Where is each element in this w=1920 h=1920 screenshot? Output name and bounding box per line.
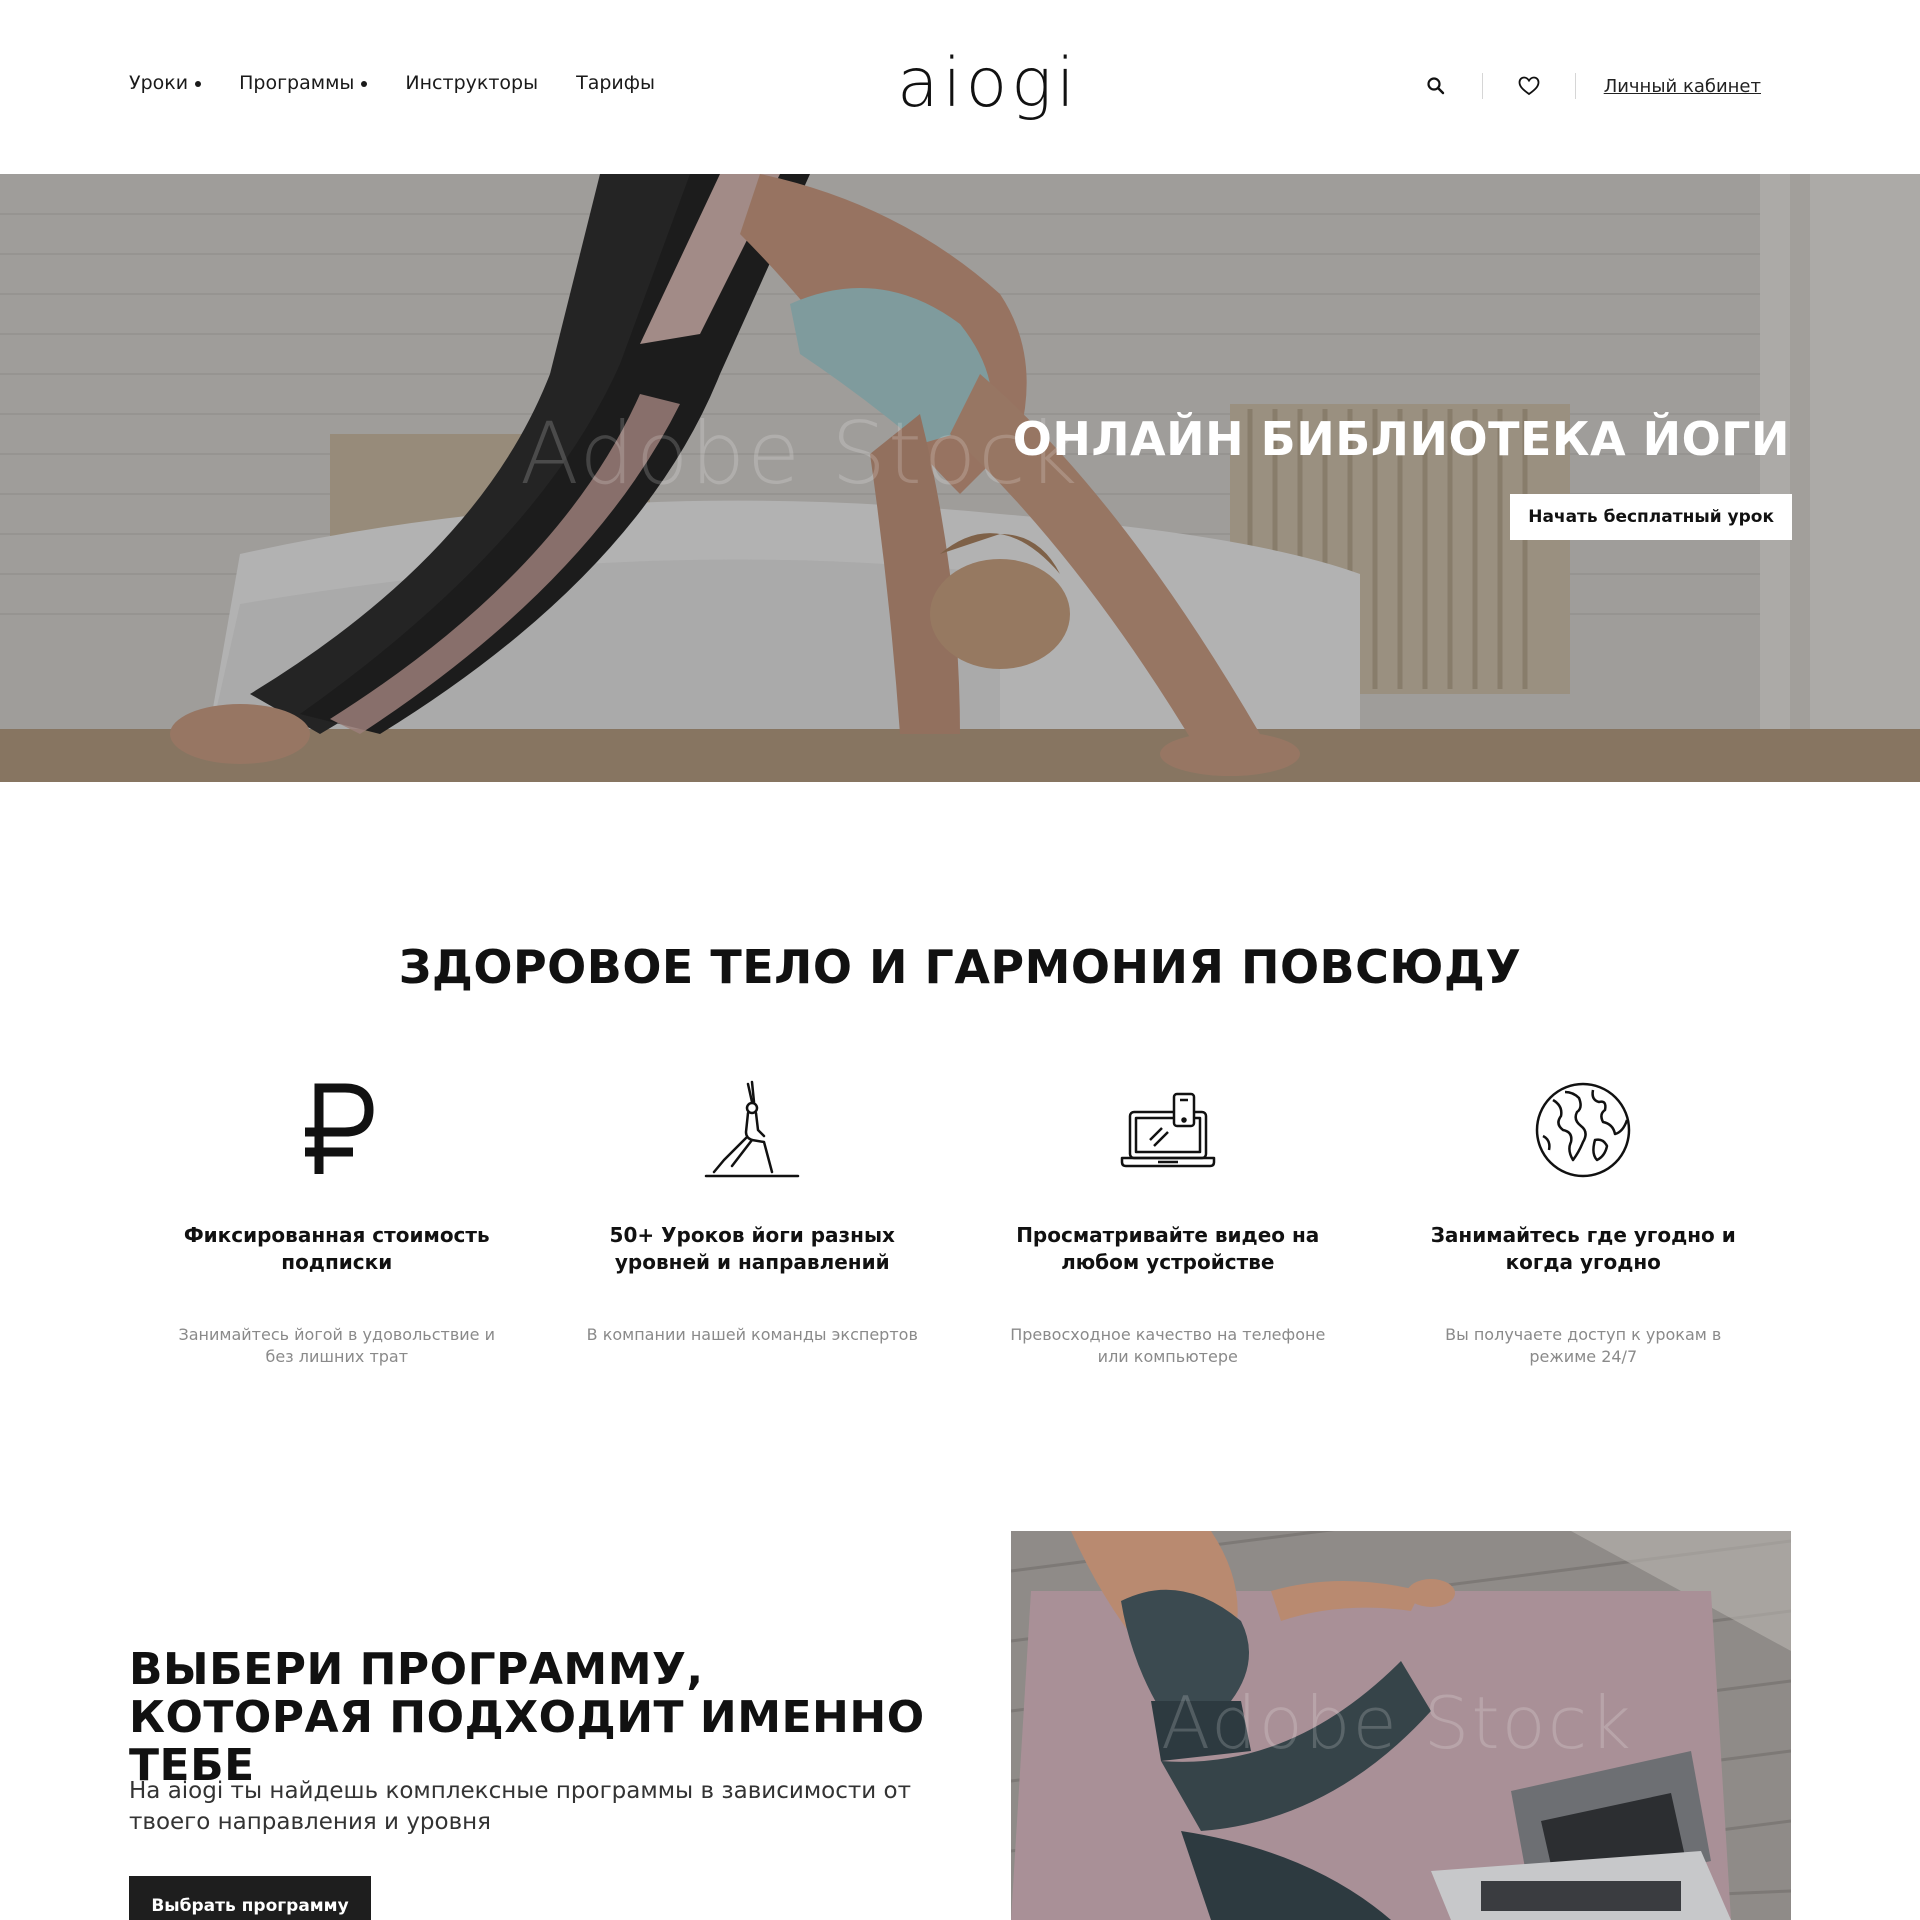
search-icon[interactable] — [1418, 68, 1454, 104]
nav-item-label: Тарифы — [576, 72, 656, 94]
nav-item-pricing[interactable]: Тарифы — [576, 72, 655, 94]
devices-icon — [1118, 1080, 1218, 1180]
nav-item-label: Инструкторы — [405, 72, 539, 94]
nav-item-lessons[interactable]: Уроки — [129, 72, 202, 94]
feature-item: Фиксированная стоимость подписки Занимай… — [129, 1080, 545, 1368]
nav-item-label: Уроки — [129, 72, 189, 94]
feature-title: Занимайтесь где угодно и когда угодно — [1430, 1223, 1736, 1274]
dropdown-dot-icon — [195, 81, 202, 87]
feature-title: Просматривайте видео на любом устройстве — [1016, 1223, 1320, 1274]
feature-title: 50+ Уроков йоги разных уровней и направл… — [609, 1223, 895, 1274]
features-title: ЗДОРОВОЕ ТЕЛО И ГАРМОНИЯ ПОВСЮДУ — [398, 940, 1522, 994]
feature-title: Фиксированная стоимость подписки — [183, 1223, 490, 1274]
hero-banner: Adobe Stock ОНЛАЙН БИБЛИОТЕКА ЙОГИ Начат… — [0, 174, 1920, 782]
nav-item-instructors[interactable]: Инструкторы — [405, 72, 538, 94]
hero-title: ОНЛАЙН БИБЛИОТЕКА ЙОГИ — [1012, 412, 1790, 466]
start-free-lesson-button[interactable]: Начать бесплатный урок — [1510, 494, 1792, 540]
header-actions: Личный кабинет — [1418, 68, 1761, 104]
header-divider — [1481, 73, 1483, 99]
program-image: Adobe Stock — [1011, 1531, 1791, 1920]
program-title: ВЫБЕРИ ПРОГРАММУ, КОТОРАЯ ПОДХОДИТ ИМЕНН… — [129, 1644, 925, 1791]
yoga-pose-icon — [702, 1080, 802, 1180]
choose-program-button[interactable]: Выбрать программу — [129, 1876, 371, 1920]
nav-item-label: Программы — [239, 72, 355, 94]
hero-watermark: Adobe Stock — [520, 404, 1080, 504]
feature-item: 50+ Уроков йоги разных уровней и направл… — [545, 1080, 961, 1368]
feature-desc: Превосходное качество на телефоне или ко… — [1010, 1325, 1326, 1366]
logo-text: aiogi — [897, 44, 1079, 123]
program-watermark: Adobe Stock — [1161, 1681, 1633, 1765]
account-link[interactable]: Личный кабинет — [1604, 76, 1761, 97]
site-header: Уроки Программы Инструкторы Тарифы aiogi — [0, 0, 1920, 174]
feature-item: Просматривайте видео на любом устройстве… — [960, 1080, 1376, 1368]
feature-desc: В компании нашей команды экспертов — [586, 1325, 918, 1344]
feature-item: Занимайтесь где угодно и когда угодно Вы… — [1376, 1080, 1792, 1368]
dropdown-dot-icon — [361, 81, 368, 87]
heart-icon[interactable] — [1511, 68, 1547, 104]
program-desc: На aiogi ты найдешь комплексные программ… — [129, 1778, 912, 1835]
nav-item-programs[interactable]: Программы — [239, 72, 368, 94]
feature-desc: Вы получаете доступ к урокам в режиме 24… — [1445, 1325, 1722, 1366]
globe-icon — [1533, 1080, 1633, 1180]
header-divider — [1574, 73, 1576, 99]
features-list: Фиксированная стоимость подписки Занимай… — [129, 1080, 1791, 1368]
feature-desc: Занимайтесь йогой в удовольствие и без л… — [178, 1325, 496, 1366]
ruble-icon — [287, 1080, 387, 1180]
site-logo[interactable]: aiogi — [897, 46, 1125, 122]
main-nav: Уроки Программы Инструкторы Тарифы — [129, 72, 693, 94]
